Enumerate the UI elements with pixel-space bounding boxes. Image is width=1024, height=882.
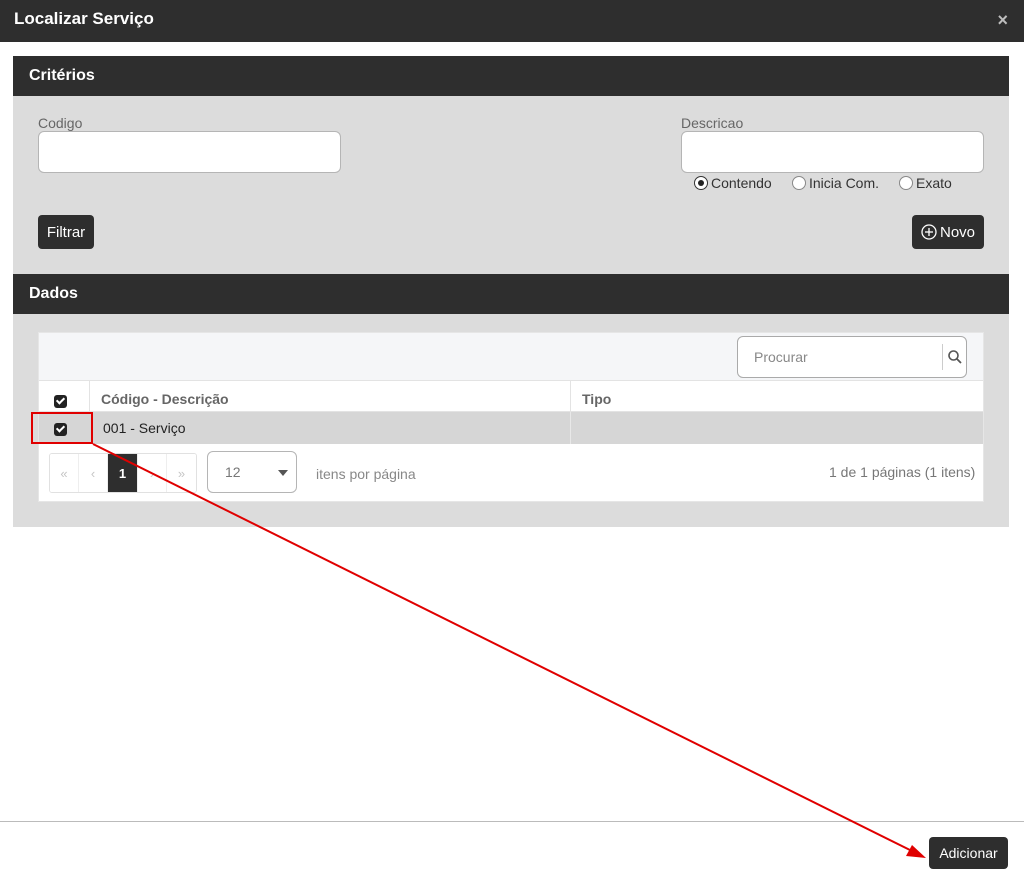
chevron-down-icon	[278, 470, 288, 476]
filter-button-label: Filtrar	[46, 223, 86, 241]
column-header-codigo-descricao[interactable]: Código - Descrição	[101, 391, 229, 407]
page-size-select[interactable]: 12	[207, 451, 297, 493]
search-divider	[942, 344, 943, 370]
dialog: Localizar Serviço × Critérios Codigo Des…	[0, 0, 1024, 882]
codigo-input[interactable]	[38, 131, 341, 173]
descricao-label: Descricao	[681, 115, 744, 131]
next-page-button[interactable]: ›	[138, 454, 167, 492]
page-size-label: itens por página	[316, 466, 416, 482]
add-button[interactable]: Adicionar	[929, 837, 1008, 869]
footer-divider	[0, 821, 1024, 822]
data-header-label: Dados	[29, 285, 78, 302]
pagination: « ‹ 1 › »	[49, 453, 197, 493]
criteria-header: Critérios	[13, 56, 1009, 96]
match-option-contendo[interactable]: Contendo	[694, 175, 772, 191]
grid-header-row: Código - Descrição Tipo	[39, 381, 983, 412]
annotation-highlight-box	[31, 412, 93, 444]
radio-checked-icon	[694, 176, 708, 190]
radio-unchecked-icon	[899, 176, 913, 190]
match-option-exato[interactable]: Exato	[899, 175, 952, 191]
plus-circle-icon	[921, 224, 937, 240]
first-page-button[interactable]: «	[50, 454, 79, 492]
codigo-label: Codigo	[38, 115, 83, 131]
prev-page-button[interactable]: ‹	[79, 454, 108, 492]
select-all-checkbox[interactable]	[54, 395, 67, 408]
close-icon[interactable]: ×	[997, 10, 1008, 31]
match-option-label: Exato	[916, 175, 952, 191]
match-option-inicia-com[interactable]: Inicia Com.	[792, 175, 879, 191]
search-input[interactable]: Procurar	[737, 336, 967, 378]
add-button-label: Adicionar	[939, 845, 998, 861]
descricao-input[interactable]	[681, 131, 984, 173]
page-button-current[interactable]: 1	[108, 454, 138, 492]
column-divider	[570, 381, 571, 412]
select-all-cell	[39, 381, 90, 412]
page-size-value: 12	[225, 464, 241, 480]
match-option-label: Inicia Com.	[809, 175, 880, 191]
column-divider	[570, 412, 571, 444]
radio-unchecked-icon	[792, 176, 806, 190]
new-button-label: Novo	[939, 223, 976, 241]
cell-codigo-descricao: 001 - Serviço	[103, 420, 186, 436]
dialog-titlebar: Localizar Serviço ×	[0, 0, 1024, 42]
pages-info: 1 de 1 páginas (1 itens)	[829, 464, 976, 480]
data-header: Dados	[13, 274, 1009, 314]
grid-toolbar: Procurar	[39, 333, 983, 381]
data-grid: Procurar Código - Descrição Tipo 001 - S…	[38, 332, 984, 502]
match-option-label: Contendo	[711, 175, 772, 191]
criteria-header-label: Critérios	[29, 67, 95, 84]
search-placeholder: Procurar	[754, 349, 808, 365]
table-row[interactable]: 001 - Serviço	[39, 412, 983, 444]
filter-button[interactable]: Filtrar	[38, 215, 94, 249]
search-icon[interactable]	[947, 349, 963, 365]
dialog-title: Localizar Serviço	[14, 9, 154, 28]
new-button[interactable]: Novo	[912, 215, 984, 249]
column-header-tipo[interactable]: Tipo	[582, 391, 611, 407]
last-page-button[interactable]: »	[167, 454, 196, 492]
